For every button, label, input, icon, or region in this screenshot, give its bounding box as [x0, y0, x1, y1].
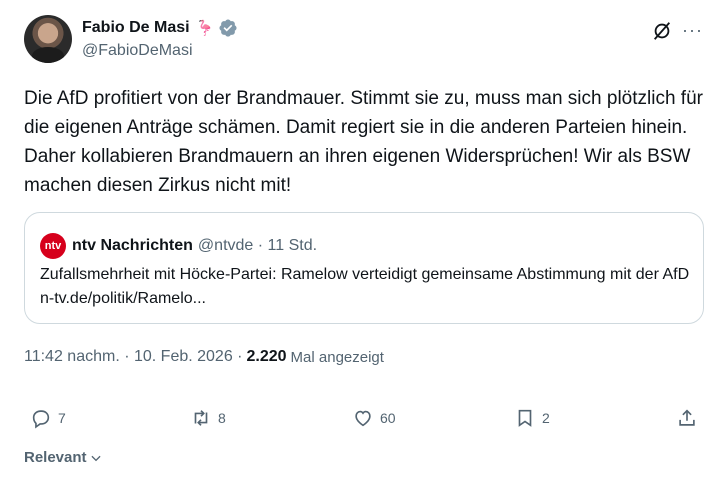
- heart-icon: [355, 410, 371, 427]
- reply-icon: [32, 410, 50, 429]
- repost-button[interactable]: 8: [190, 407, 226, 429]
- reply-sort-dropdown[interactable]: Relevant: [24, 449, 103, 466]
- view-count-label: Mal angezeigt: [290, 348, 384, 366]
- reply-button[interactable]: 7: [30, 407, 66, 429]
- grok-icon[interactable]: [651, 20, 673, 42]
- avatar[interactable]: [24, 15, 72, 63]
- repost-icon: [194, 410, 208, 426]
- view-count: 2.220: [246, 348, 287, 365]
- like-count: 60: [380, 410, 396, 426]
- repost-count: 8: [218, 410, 226, 426]
- reply-count: 7: [58, 410, 66, 426]
- quoted-author-name: ntv Nachrichten: [72, 237, 193, 254]
- quoted-tweet-text: Zufallsmehrheit mit Höcke-Partei: Ramelo…: [40, 266, 690, 307]
- more-options-icon[interactable]: ···: [682, 20, 703, 41]
- quoted-tweet-card[interactable]: ntv ntv Nachrichten @ntvde · 11 Std. Zuf…: [24, 212, 704, 324]
- author-display-name[interactable]: Fabio De Masi: [82, 19, 190, 37]
- reply-sort-label: Relevant: [24, 449, 87, 466]
- share-icon: [679, 409, 695, 426]
- tweet-timestamp[interactable]: 11:42 nachm. · 10. Feb. 2026 ·: [24, 348, 243, 366]
- flamingo-emoji: 🦩: [195, 19, 215, 37]
- like-button[interactable]: 60: [352, 407, 396, 429]
- author-handle[interactable]: @FabioDeMasi: [82, 42, 193, 60]
- chevron-down-icon: [90, 455, 101, 461]
- author-name-row: Fabio De Masi 🦩: [82, 16, 238, 40]
- quoted-author-handle: @ntvde · 11 Std.: [197, 237, 318, 254]
- bookmark-count: 2: [542, 410, 550, 426]
- ntv-logo-avatar: ntv: [40, 233, 66, 259]
- share-button[interactable]: [676, 407, 704, 429]
- quoted-tweet-header: ntv ntv Nachrichten @ntvde · 11 Std.: [40, 233, 317, 259]
- tweet-text: Die AfD profitiert von der Brandmauer. S…: [24, 88, 703, 196]
- bookmark-button[interactable]: 2: [514, 407, 550, 429]
- tweet-meta: 11:42 nachm. · 10. Feb. 2026 · 2.220 Mal…: [24, 348, 384, 366]
- bookmark-icon: [518, 409, 532, 427]
- verified-badge-icon: [219, 19, 237, 37]
